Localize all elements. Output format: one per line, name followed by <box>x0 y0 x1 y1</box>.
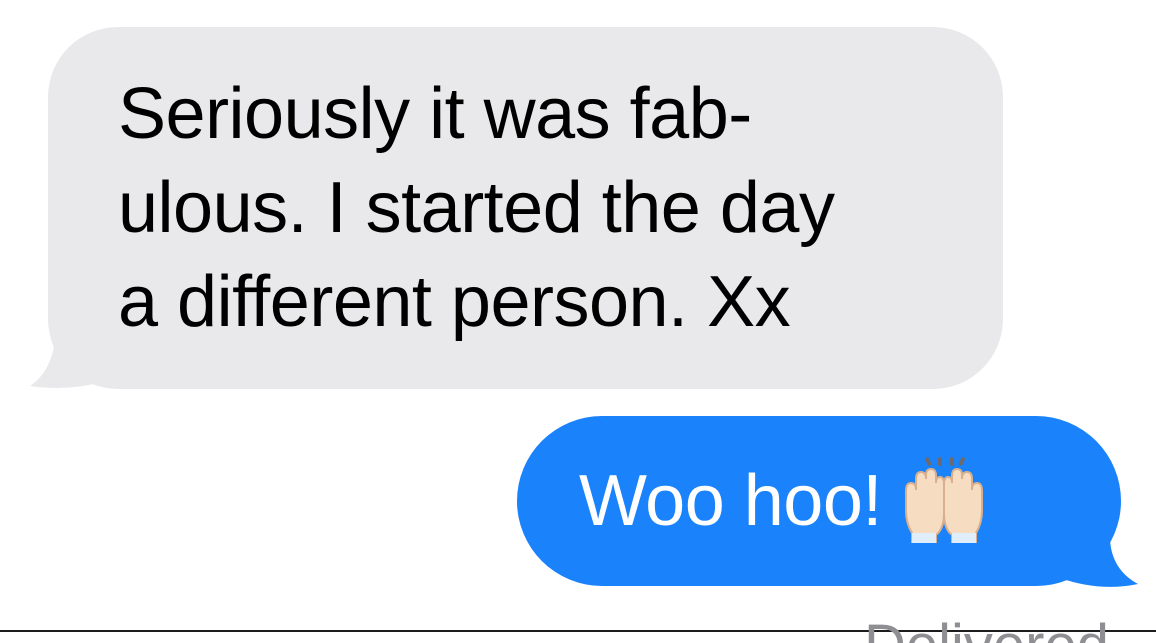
outgoing-message-bubble[interactable]: Woo hoo! <box>517 416 1121 586</box>
incoming-message-line: a different person. Xx <box>118 262 791 342</box>
message-thread: Seriously it was fab- ulous. I started t… <box>0 0 1156 643</box>
incoming-message-bubble[interactable]: Seriously it was fab- ulous. I started t… <box>48 27 1003 389</box>
incoming-message-line: Seriously it was fab- <box>118 74 752 154</box>
incoming-message-line: ulous. I started the day <box>118 168 835 248</box>
delivery-status: Delivered <box>864 616 1109 643</box>
outgoing-message-text: Woo hoo! <box>579 461 882 541</box>
raising-hands-icon <box>904 456 983 543</box>
